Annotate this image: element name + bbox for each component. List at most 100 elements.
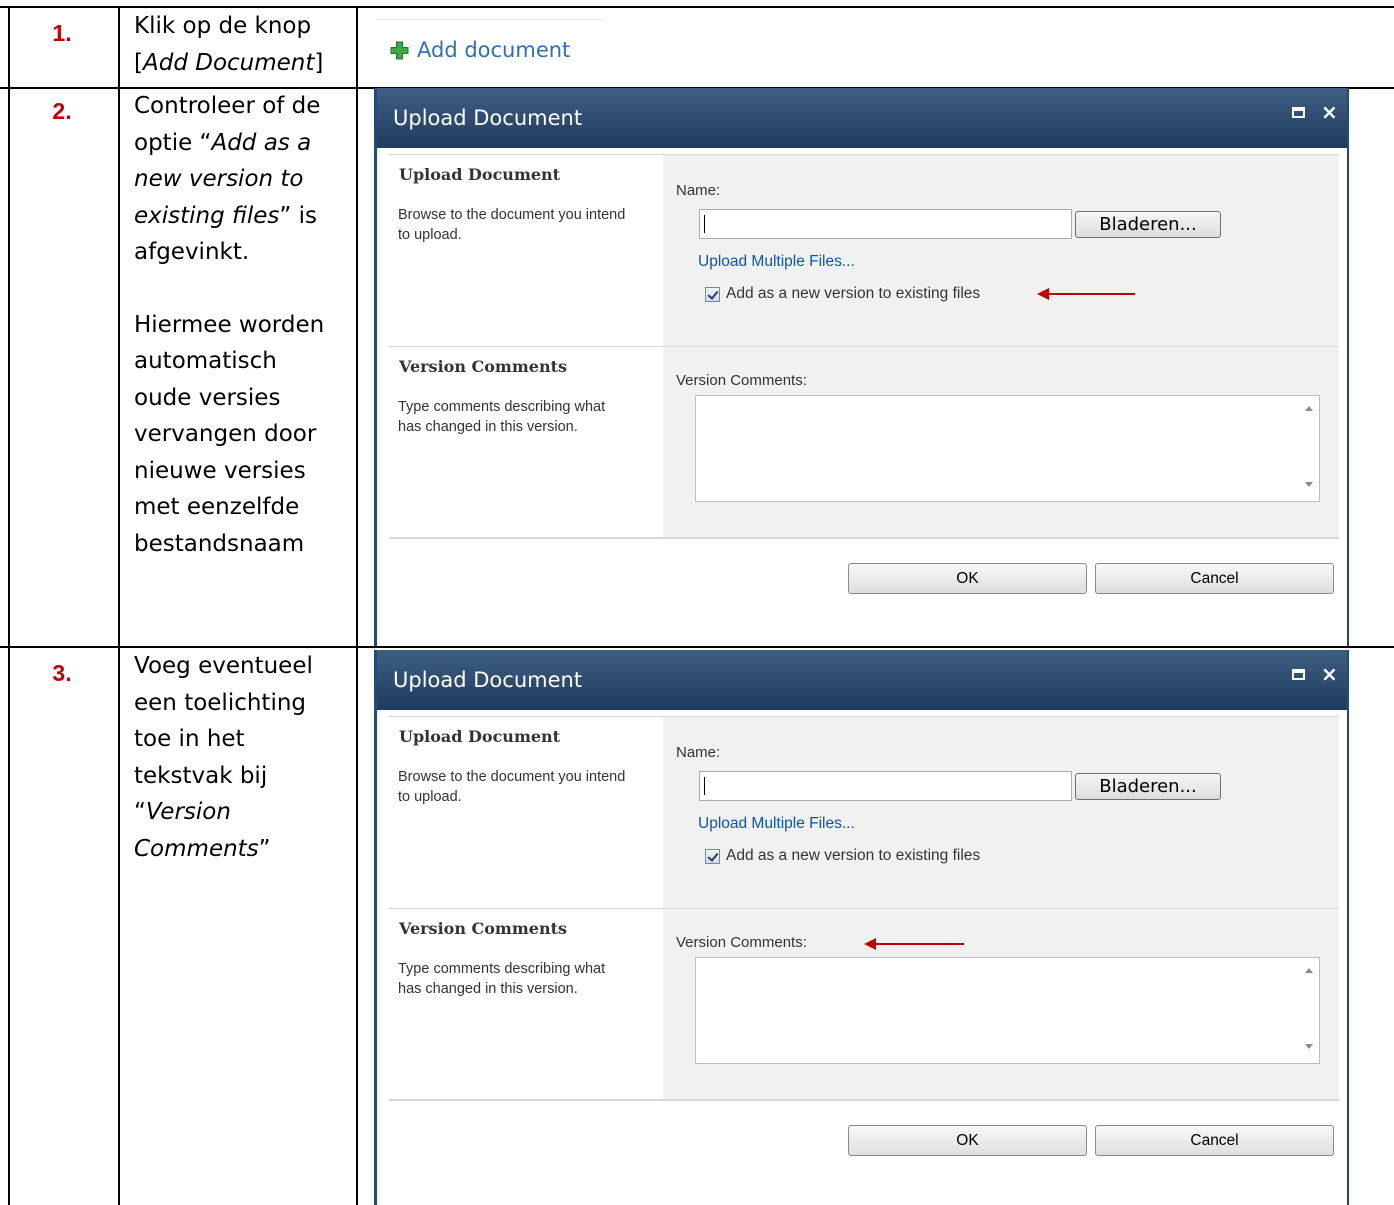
step-1-line-2: [Add Document] bbox=[134, 45, 344, 82]
version-section-left: Version Comments Type comments describin… bbox=[389, 909, 663, 1101]
cancel-button[interactable]: Cancel bbox=[1095, 1125, 1334, 1156]
upload-section-left: Upload Document Browse to the document y… bbox=[389, 717, 663, 909]
table-border-left bbox=[8, 6, 10, 1205]
red-arrow-annotation bbox=[1037, 288, 1135, 300]
close-icon[interactable]: × bbox=[1321, 662, 1338, 686]
maximize-icon[interactable] bbox=[1292, 107, 1305, 118]
upload-multiple-files-link[interactable]: Upload Multiple Files... bbox=[698, 815, 855, 833]
button-row-divider bbox=[389, 1099, 1339, 1101]
scroll-up-arrow-icon[interactable] bbox=[1305, 968, 1313, 973]
toolbar-divider bbox=[376, 19, 604, 20]
add-document-link[interactable]: Add document bbox=[390, 38, 570, 62]
add-document-label: Add document bbox=[417, 38, 571, 62]
scroll-down-arrow-icon[interactable] bbox=[1305, 482, 1313, 487]
version-section-fields: Version Comments: bbox=[663, 347, 1339, 539]
step-2-p2-line-4: vervangen door bbox=[134, 421, 317, 447]
step-3-description: Voeg eventueel een toelichting toe in he… bbox=[134, 648, 344, 867]
version-comments-section: Version Comments Type comments describin… bbox=[389, 346, 1339, 539]
step-2-emphasis-c: existing files bbox=[134, 202, 280, 229]
step-2-line-3: new version to bbox=[134, 161, 344, 198]
browse-button[interactable]: Bladeren... bbox=[1075, 211, 1221, 238]
step-3-emphasis-a: Version bbox=[145, 799, 231, 825]
name-input[interactable] bbox=[699, 209, 1072, 239]
upload-section: Upload Document Browse to the document y… bbox=[389, 716, 1339, 909]
add-as-new-version-checkbox[interactable] bbox=[705, 286, 720, 302]
step-3-line-3: toe in het bbox=[134, 726, 245, 752]
step-2-p2-line-7: bestandsnaam bbox=[134, 530, 305, 557]
step-2-line-5: afgevinkt. bbox=[134, 239, 250, 265]
step-2-p2-line-2: automatisch bbox=[134, 348, 277, 374]
add-as-new-version-row[interactable]: Add as a new version to existing files bbox=[705, 285, 980, 303]
plus-icon bbox=[390, 41, 409, 60]
bracket-close: ] bbox=[314, 49, 324, 76]
browse-button[interactable]: Bladeren... bbox=[1075, 773, 1221, 800]
step-2-text-b: ” is bbox=[279, 202, 318, 229]
step-1-line-1: Klik op de knop bbox=[134, 13, 312, 39]
upload-document-dialog-2: Upload Document × Upload Document Browse… bbox=[374, 650, 1349, 1205]
version-comments-textarea[interactable] bbox=[695, 395, 1320, 502]
table-col-divider-2 bbox=[356, 6, 358, 1205]
scroll-up-arrow-icon[interactable] bbox=[1305, 406, 1313, 411]
step-2-p2-line-3: oude versies bbox=[134, 384, 281, 411]
step-2-line-1: Controleer of de bbox=[134, 93, 321, 119]
step-3-emphasis-b: Comments bbox=[134, 835, 259, 862]
red-arrow-annotation bbox=[864, 938, 964, 950]
ok-button[interactable]: OK bbox=[848, 563, 1087, 594]
add-as-new-version-label: Add as a new version to existing files bbox=[726, 285, 981, 302]
button-row-divider bbox=[389, 537, 1339, 539]
version-comments-section: Version Comments Type comments describin… bbox=[389, 908, 1339, 1101]
dialog-title: Upload Document bbox=[393, 668, 583, 692]
step-3-line-2: een toelichting bbox=[134, 689, 307, 716]
ok-button[interactable]: OK bbox=[848, 1125, 1087, 1156]
version-section-title: Version Comments bbox=[399, 919, 567, 938]
version-section-description: Type comments describing what has change… bbox=[398, 399, 606, 435]
version-comments-label: Version Comments: bbox=[676, 934, 807, 951]
step-number-2: 2. bbox=[52, 98, 72, 124]
table-col-divider-1 bbox=[118, 6, 120, 1205]
dialog-title: Upload Document bbox=[393, 106, 583, 130]
version-section-title: Version Comments bbox=[399, 357, 567, 376]
upload-section-title: Upload Document bbox=[399, 165, 561, 184]
step-3-line-6: Comments” bbox=[134, 831, 344, 868]
upload-section-fields: Name: Bladeren... Upload Multiple Files.… bbox=[663, 155, 1339, 347]
version-section-left: Version Comments Type comments describin… bbox=[389, 347, 663, 539]
step-2-description: Controleer of de optie “Add as a new ver… bbox=[134, 88, 344, 562]
text-caret bbox=[704, 777, 705, 795]
add-as-new-version-label: Add as a new version to existing files bbox=[726, 847, 981, 864]
name-label: Name: bbox=[676, 744, 721, 761]
add-as-new-version-checkbox[interactable] bbox=[705, 848, 720, 864]
step-1-description: Klik op de knop [Add Document] bbox=[134, 8, 344, 81]
step-3-line-1: Voeg eventueel bbox=[134, 653, 313, 679]
step-2-text: optie “ bbox=[134, 129, 212, 156]
dialog-title-bar: Upload Document × bbox=[377, 88, 1347, 148]
dialog-title-bar: Upload Document × bbox=[377, 650, 1347, 710]
step-2-p2-line-5: nieuwe versies bbox=[134, 457, 306, 484]
bracket-open: [ bbox=[134, 49, 143, 76]
upload-section-description: Browse to the document you intend to upl… bbox=[398, 207, 626, 243]
upload-section-title: Upload Document bbox=[399, 727, 561, 746]
step-number-3: 3. bbox=[52, 660, 72, 686]
upload-section: Upload Document Browse to the document y… bbox=[389, 154, 1339, 347]
step-2-emphasis-b: new version to bbox=[134, 166, 304, 192]
upload-section-fields: Name: Bladeren... Upload Multiple Files.… bbox=[663, 717, 1339, 909]
text-caret bbox=[704, 215, 705, 233]
step-3-line-5: “Version bbox=[134, 794, 344, 831]
cancel-button[interactable]: Cancel bbox=[1095, 563, 1334, 594]
step-2-emphasis-a: Add as a bbox=[211, 129, 312, 156]
add-as-new-version-row[interactable]: Add as a new version to existing files bbox=[705, 847, 980, 865]
upload-document-dialog-1: Upload Document × Upload Document Browse… bbox=[374, 88, 1349, 646]
version-comments-label: Version Comments: bbox=[676, 372, 807, 389]
name-input[interactable] bbox=[699, 771, 1072, 801]
step-2-p2-line-1: Hiermee worden bbox=[134, 311, 325, 338]
scroll-down-arrow-icon[interactable] bbox=[1305, 1044, 1313, 1049]
version-comments-textarea[interactable] bbox=[695, 957, 1320, 1064]
quote-close: ” bbox=[258, 835, 271, 862]
version-section-description: Type comments describing what has change… bbox=[398, 961, 606, 997]
close-icon[interactable]: × bbox=[1321, 100, 1338, 124]
maximize-icon[interactable] bbox=[1292, 669, 1305, 680]
step-3-line-4: tekstvak bij bbox=[134, 762, 268, 789]
upload-section-description: Browse to the document you intend to upl… bbox=[398, 769, 626, 805]
upload-multiple-files-link[interactable]: Upload Multiple Files... bbox=[698, 253, 855, 271]
emphasis-add-document: Add Document bbox=[142, 49, 315, 76]
